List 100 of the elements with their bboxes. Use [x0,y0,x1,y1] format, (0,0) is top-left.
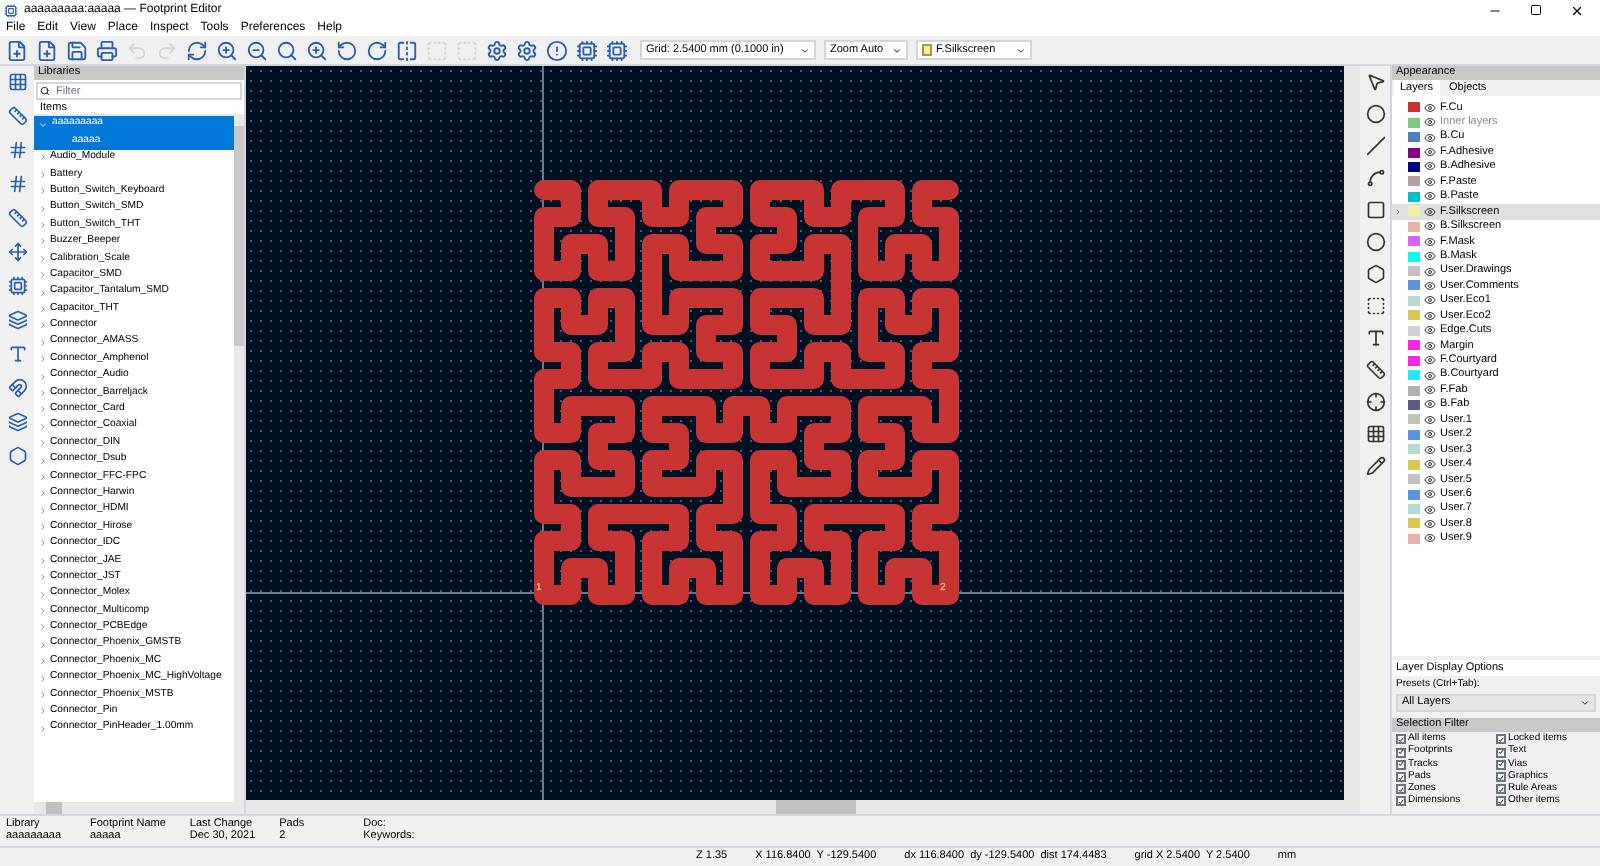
visibility-icon[interactable] [1424,146,1436,159]
dimension-icon[interactable] [1365,360,1385,380]
color-swatch[interactable] [1408,176,1420,187]
grid-icon[interactable] [7,72,27,92]
visibility-icon[interactable] [1424,369,1436,382]
rotate-right-icon[interactable] [366,39,388,61]
text-mode-icon[interactable] [7,344,27,364]
visibility-icon[interactable] [1424,160,1436,173]
color-swatch[interactable] [1408,191,1420,202]
color-swatch[interactable] [1408,414,1420,425]
color-swatch[interactable] [1408,117,1420,128]
color-swatch[interactable] [1408,459,1420,470]
arc-icon[interactable] [1365,168,1385,188]
visibility-icon[interactable] [1424,354,1436,367]
close-icon[interactable] [1570,3,1584,17]
color-swatch[interactable] [1408,444,1420,455]
visibility-icon[interactable] [1424,309,1436,322]
visibility-icon[interactable] [1424,265,1436,278]
save-icon[interactable] [66,39,88,61]
color-swatch[interactable] [1408,489,1420,500]
pads-icon[interactable] [7,276,27,296]
refresh-icon[interactable] [186,39,208,61]
color-swatch[interactable] [1408,236,1420,247]
rotate-left-icon[interactable] [336,39,358,61]
horizontal-scrollbar[interactable] [246,800,1360,814]
color-swatch[interactable] [1408,340,1420,351]
visibility-icon[interactable] [1424,517,1436,530]
mirror-icon[interactable] [396,39,418,61]
anchor-icon[interactable] [1365,392,1385,412]
visibility-icon[interactable] [1424,503,1436,516]
vertical-scrollbar[interactable] [234,116,244,802]
color-swatch[interactable] [1408,504,1420,515]
visibility-icon[interactable] [1424,324,1436,337]
measure-icon[interactable] [1365,456,1385,476]
color-swatch[interactable] [1408,355,1420,366]
color-swatch[interactable] [1408,206,1420,217]
color-swatch[interactable] [1408,385,1420,396]
visibility-icon[interactable] [1424,279,1436,292]
visibility-icon[interactable] [1424,443,1436,456]
color-swatch[interactable] [1408,266,1420,277]
visibility-icon[interactable] [1424,220,1436,233]
zoom-in-icon[interactable] [216,39,238,61]
caret-icon [1016,45,1026,55]
visibility-icon[interactable] [1424,473,1436,486]
color-swatch[interactable] [1408,295,1420,306]
zoom-selection-icon[interactable] [306,39,328,61]
array-icon[interactable] [1365,424,1385,444]
color-swatch[interactable] [1408,474,1420,485]
rectangle-icon[interactable] [1365,200,1385,220]
properties-icon[interactable] [486,39,508,61]
color-swatch[interactable] [1408,221,1420,232]
zoom-fit-icon[interactable] [276,39,298,61]
visibility-icon[interactable] [1424,235,1436,248]
polygon-icon[interactable] [1365,264,1385,284]
visibility-icon[interactable] [1424,398,1436,411]
settings-icon[interactable] [516,39,538,61]
zone-icon[interactable] [1365,296,1385,316]
color-swatch[interactable] [1408,132,1420,143]
visibility-icon[interactable] [1424,250,1436,263]
visibility-icon[interactable] [1424,175,1436,188]
visibility-icon[interactable] [1424,131,1436,144]
footprint-icon[interactable] [576,39,598,61]
color-swatch[interactable] [1408,429,1420,440]
new-library-icon[interactable] [6,39,28,61]
select-icon[interactable] [1365,72,1385,92]
circle-icon[interactable] [1365,232,1385,252]
visibility-icon[interactable] [1424,428,1436,441]
new-footprint-icon[interactable] [36,39,58,61]
visibility-icon[interactable] [1424,116,1436,129]
color-swatch[interactable] [1408,280,1420,291]
maximize-icon[interactable] [1530,3,1542,15]
text-icon[interactable] [1365,328,1385,348]
vertical-scrollbar[interactable] [1344,66,1360,800]
horizontal-scrollbar[interactable] [34,802,244,814]
visibility-icon[interactable] [1424,532,1436,545]
visibility-icon[interactable] [1424,488,1436,501]
visibility-icon[interactable] [1424,101,1436,114]
visibility-icon[interactable] [1424,384,1436,397]
line-icon[interactable] [1365,136,1385,156]
print-icon[interactable] [96,39,118,61]
color-swatch[interactable] [1408,325,1420,336]
color-swatch[interactable] [1408,518,1420,529]
units-mil-icon[interactable] [7,174,27,194]
visibility-icon[interactable] [1424,205,1436,218]
units-in-icon[interactable] [7,140,27,160]
visibility-icon[interactable] [1424,458,1436,471]
color-swatch[interactable] [1408,533,1420,544]
visibility-icon[interactable] [1424,294,1436,307]
color-swatch[interactable] [1408,310,1420,321]
color-swatch[interactable] [1408,251,1420,262]
color-swatch[interactable] [1408,102,1420,113]
color-swatch[interactable] [1408,147,1420,158]
color-swatch[interactable] [1408,399,1420,410]
color-swatch[interactable] [1408,370,1420,381]
pad-icon[interactable] [1365,104,1385,124]
zoom-out-icon[interactable] [246,39,268,61]
color-swatch[interactable] [1408,161,1420,172]
visibility-icon[interactable] [1424,339,1436,352]
visibility-icon[interactable] [1424,190,1436,203]
visibility-icon[interactable] [1424,413,1436,426]
